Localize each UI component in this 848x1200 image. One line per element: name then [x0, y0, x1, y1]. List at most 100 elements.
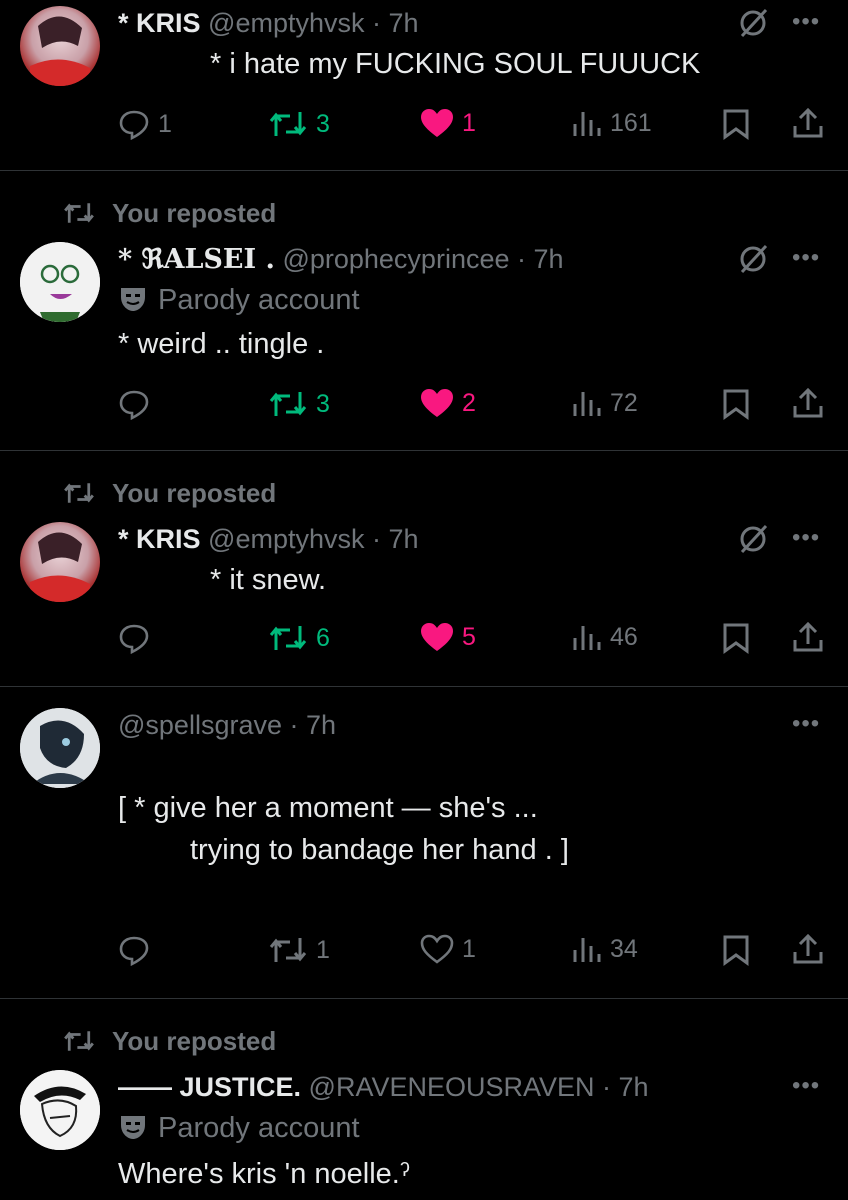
- post-time[interactable]: 7h: [389, 524, 419, 554]
- reposted-indicator: You reposted: [60, 1026, 276, 1057]
- post-text-line-2: trying to bandage her hand . ]: [190, 834, 569, 866]
- bookmark-icon[interactable]: [722, 108, 750, 140]
- avatar[interactable]: [20, 6, 100, 86]
- parody-label: Parody account: [118, 1112, 360, 1145]
- reply-button[interactable]: [118, 622, 158, 654]
- reply-icon: [119, 624, 149, 654]
- more-icon[interactable]: •••: [792, 710, 820, 738]
- repost-button[interactable]: 3: [268, 388, 330, 420]
- repost-count: 6: [316, 623, 330, 652]
- mask-icon: [121, 1116, 145, 1139]
- post-time[interactable]: 7h: [389, 8, 419, 38]
- repost-icon: [269, 626, 307, 650]
- views-button[interactable]: 161: [572, 108, 652, 138]
- avatar[interactable]: [20, 708, 100, 788]
- avatar[interactable]: [20, 522, 100, 602]
- parody-label: Parody account: [118, 284, 360, 317]
- bookmark-icon[interactable]: [722, 388, 750, 420]
- like-count: 1: [462, 934, 476, 963]
- like-button[interactable]: 5: [420, 622, 476, 652]
- reply-button[interactable]: [118, 388, 158, 420]
- views-button[interactable]: 72: [572, 388, 638, 418]
- author-handle[interactable]: @emptyhvsk: [208, 8, 364, 38]
- grok-icon[interactable]: [736, 522, 770, 556]
- repost-count: 3: [316, 109, 330, 138]
- more-icon[interactable]: •••: [792, 1072, 820, 1100]
- post-headline: @spellsgrave · 7h: [118, 710, 337, 740]
- views-button[interactable]: 34: [572, 934, 638, 964]
- repost-icon: [64, 203, 94, 223]
- parody-text: Parody account: [158, 1112, 360, 1144]
- reposted-label: You reposted: [112, 198, 277, 228]
- divider: [0, 450, 848, 451]
- like-count: 1: [462, 108, 476, 137]
- grok-icon[interactable]: [736, 6, 770, 40]
- more-icon[interactable]: •••: [792, 8, 820, 36]
- author-handle[interactable]: @emptyhvsk: [208, 524, 364, 554]
- share-icon[interactable]: [792, 106, 824, 140]
- post-text: * weird .. tingle .: [118, 328, 325, 360]
- like-button[interactable]: 1: [420, 934, 476, 964]
- post-text-line-1: [ * give her a moment — she's ...: [118, 792, 538, 824]
- heart-icon: [420, 934, 454, 964]
- repost-count: 1: [316, 935, 330, 964]
- repost-icon: [64, 1031, 94, 1051]
- reply-icon: [119, 110, 149, 140]
- author-name[interactable]: * KRIS: [118, 8, 201, 38]
- reposted-indicator: You reposted: [60, 198, 276, 229]
- grok-icon[interactable]: [736, 242, 770, 276]
- views-count: 72: [610, 388, 638, 417]
- views-icon: [573, 112, 601, 136]
- share-icon[interactable]: [792, 386, 824, 420]
- avatar[interactable]: [20, 1070, 100, 1150]
- views-icon: [573, 626, 601, 650]
- repost-icon: [269, 938, 307, 962]
- post-time[interactable]: 7h: [534, 244, 564, 274]
- mask-icon: [121, 288, 145, 311]
- heart-icon: [421, 109, 453, 137]
- author-handle[interactable]: @RAVENEOUSRAVEN: [309, 1072, 595, 1102]
- avatar[interactable]: [20, 242, 100, 322]
- views-icon: [573, 938, 601, 962]
- repost-button[interactable]: 6: [268, 622, 330, 654]
- repost-icon: [269, 392, 307, 416]
- post-headline: * ℜALSEI . @prophecyprincee · 7h: [118, 244, 564, 275]
- bookmark-icon[interactable]: [722, 934, 750, 966]
- heart-icon: [421, 623, 453, 651]
- like-button[interactable]: 1: [420, 108, 476, 138]
- views-button[interactable]: 46: [572, 622, 638, 652]
- author-handle[interactable]: @prophecyprincee: [282, 244, 509, 274]
- author-handle[interactable]: @spellsgrave: [118, 710, 282, 740]
- like-button[interactable]: 2: [420, 388, 476, 418]
- more-icon[interactable]: •••: [792, 244, 820, 272]
- author-name[interactable]: * KRIS: [118, 524, 201, 554]
- post-text: * i hate my FUCKING SOUL FUUUCK: [210, 48, 701, 80]
- post-text: Where's kris 'n noelle.ˀ: [118, 1158, 410, 1190]
- share-icon[interactable]: [792, 620, 824, 654]
- author-name[interactable]: * ℜALSEI .: [118, 244, 275, 275]
- post-time[interactable]: 7h: [306, 710, 336, 740]
- author-name[interactable]: —— JUSTICE.: [118, 1072, 301, 1102]
- divider: [0, 686, 848, 687]
- post-headline: —— JUSTICE. @RAVENEOUSRAVEN · 7h: [118, 1072, 649, 1102]
- like-count: 2: [462, 388, 476, 417]
- reply-count: 1: [158, 109, 172, 138]
- more-icon[interactable]: •••: [792, 524, 820, 552]
- views-icon: [573, 392, 601, 416]
- heart-icon: [421, 389, 453, 417]
- reply-button[interactable]: [118, 934, 158, 966]
- divider: [0, 998, 848, 999]
- repost-count: 3: [316, 389, 330, 418]
- reposted-indicator: You reposted: [60, 478, 276, 509]
- bookmark-icon[interactable]: [722, 622, 750, 654]
- post-time[interactable]: 7h: [619, 1072, 649, 1102]
- reply-button[interactable]: 1: [118, 108, 172, 140]
- repost-icon: [269, 112, 307, 136]
- views-count: 46: [610, 622, 638, 651]
- parody-text: Parody account: [158, 284, 360, 316]
- reposted-label: You reposted: [112, 1026, 277, 1056]
- repost-button[interactable]: 1: [268, 934, 330, 966]
- post-headline: * KRIS @emptyhvsk · 7h: [118, 8, 419, 38]
- share-icon[interactable]: [792, 932, 824, 966]
- repost-button[interactable]: 3: [268, 108, 330, 140]
